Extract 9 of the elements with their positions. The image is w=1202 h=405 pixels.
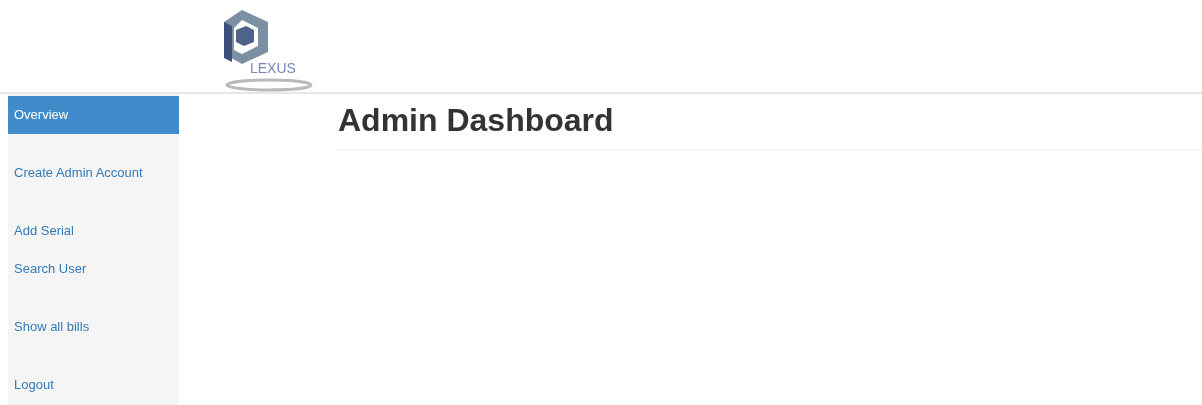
sidebar-link[interactable]: Show all bills <box>8 308 179 346</box>
sidebar-link[interactable]: Add Serial <box>8 212 179 250</box>
sidebar-link[interactable]: Overview <box>8 96 179 134</box>
sidebar-link[interactable]: Logout <box>8 366 179 404</box>
logo-text: LEXUS <box>250 60 296 76</box>
page-title: Admin Dashboard <box>338 102 1202 150</box>
swirl-shadow-icon <box>224 78 314 92</box>
sidebar-link[interactable]: Search User <box>8 250 179 288</box>
sidebar-link[interactable]: Create Admin Account <box>8 154 179 192</box>
